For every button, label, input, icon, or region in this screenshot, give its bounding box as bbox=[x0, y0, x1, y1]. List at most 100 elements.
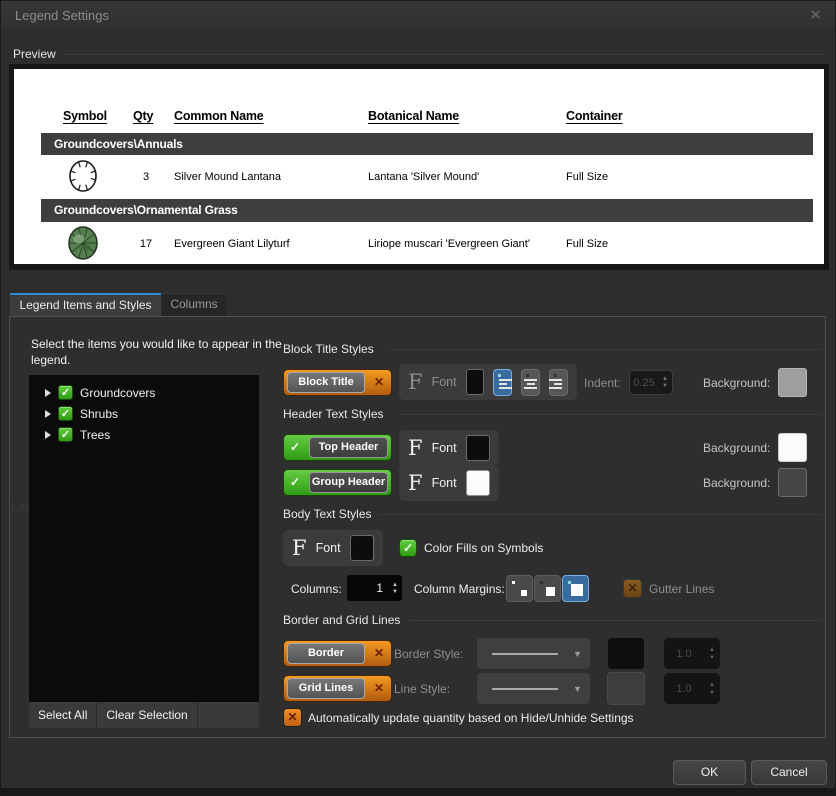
checkbox-shrubs[interactable]: ✓ bbox=[58, 406, 73, 421]
stepper-arrows[interactable]: ▲ ▼ bbox=[388, 582, 402, 595]
tree-item-groundcovers[interactable]: ✓ Groundcovers bbox=[29, 382, 259, 403]
block-title-toggle-label: Block Title bbox=[287, 372, 365, 393]
tree-item-trees[interactable]: ✓ Trees bbox=[29, 424, 259, 445]
stepper-down-icon[interactable]: ▼ bbox=[709, 690, 715, 696]
check-icon: ✓ bbox=[290, 440, 300, 454]
window-bottom-strip bbox=[1, 788, 835, 795]
columns-label: Columns: bbox=[291, 582, 342, 596]
clear-selection-button[interactable]: Clear Selection bbox=[97, 702, 197, 728]
color-fills-label: Color Fills on Symbols bbox=[424, 541, 543, 555]
column-header-symbol: Symbol bbox=[63, 109, 107, 123]
grid-width-stepper[interactable]: 1.0 ▲ ▼ bbox=[663, 672, 721, 705]
top-header-toggle-label: Top Header bbox=[309, 437, 388, 458]
stepper-down-icon[interactable]: ▼ bbox=[662, 383, 668, 389]
columns-stepper[interactable]: 1 ▲ ▼ bbox=[346, 574, 403, 602]
align-center-button[interactable] bbox=[521, 369, 540, 396]
group-header-background-label: Background: bbox=[703, 476, 770, 490]
row-common-name: Evergreen Giant Lilyturf bbox=[174, 238, 290, 250]
stepper-up-icon[interactable]: ▲ bbox=[392, 582, 398, 588]
gutter-lines-checkbox[interactable]: ✕ bbox=[623, 579, 642, 598]
group-header-toggle[interactable]: ✓ Group Header bbox=[283, 469, 392, 496]
column-header-common: Common Name bbox=[174, 109, 263, 123]
tree-item-label: Groundcovers bbox=[80, 386, 155, 400]
font-button[interactable]: Font bbox=[432, 441, 457, 455]
expand-arrow-icon[interactable] bbox=[45, 431, 51, 439]
border-color-swatch[interactable] bbox=[607, 637, 645, 670]
check-icon: ✓ bbox=[290, 475, 300, 489]
preview-label: Preview bbox=[13, 47, 56, 61]
expand-arrow-icon[interactable] bbox=[45, 410, 51, 418]
indent-stepper[interactable]: 0.25 ▲ ▼ bbox=[629, 370, 673, 395]
section-rule bbox=[409, 620, 821, 621]
align-bullet-icon bbox=[526, 374, 529, 377]
font-icon: F bbox=[408, 372, 423, 393]
stepper-up-icon[interactable]: ▲ bbox=[662, 376, 668, 382]
font-color-swatch[interactable] bbox=[350, 535, 374, 561]
stepper-arrows[interactable]: ▲ ▼ bbox=[658, 376, 672, 389]
font-color-swatch[interactable] bbox=[466, 435, 490, 461]
tab-legend-items-and-styles[interactable]: Legend Items and Styles bbox=[10, 293, 161, 316]
grid-line-color-swatch[interactable] bbox=[607, 672, 645, 705]
checkbox-groundcovers[interactable]: ✓ bbox=[58, 385, 73, 400]
stepper-up-icon[interactable]: ▲ bbox=[709, 682, 715, 688]
column-margin-small-button[interactable] bbox=[506, 575, 533, 602]
line-style-dropdown[interactable]: ▼ bbox=[477, 673, 590, 704]
section-heading-header-text: Header Text Styles bbox=[283, 407, 384, 421]
align-left-button[interactable] bbox=[493, 369, 512, 396]
tab-columns[interactable]: Columns bbox=[162, 293, 226, 316]
checkbox-trees[interactable]: ✓ bbox=[58, 427, 73, 442]
align-right-button[interactable] bbox=[549, 369, 568, 396]
legend-preview: Symbol Qty Common Name Botanical Name Co… bbox=[9, 64, 829, 270]
tree-item-shrubs[interactable]: ✓ Shrubs bbox=[29, 403, 259, 424]
top-header-background-swatch[interactable] bbox=[778, 433, 807, 462]
tree-item-label: Shrubs bbox=[80, 407, 118, 421]
stepper-arrows[interactable]: ▲ ▼ bbox=[704, 647, 720, 661]
column-margin-medium-button[interactable] bbox=[534, 575, 561, 602]
indent-label: Indent: bbox=[584, 376, 621, 390]
ok-button[interactable]: OK bbox=[673, 760, 746, 785]
expand-arrow-icon[interactable] bbox=[45, 389, 51, 397]
select-all-button[interactable]: Select All bbox=[29, 702, 97, 728]
close-icon[interactable]: ✕ bbox=[809, 6, 822, 24]
block-title-toggle[interactable]: Block Title ✕ bbox=[283, 369, 392, 396]
cancel-button[interactable]: Cancel bbox=[751, 760, 827, 785]
tree-actions-bar: Select All Clear Selection bbox=[29, 702, 259, 728]
grid-width-value: 1.0 bbox=[664, 683, 704, 695]
margin-square-icon bbox=[546, 587, 555, 596]
row-botanical-name: Lantana 'Silver Mound' bbox=[368, 171, 479, 183]
tree-instruction: Select the items you would like to appea… bbox=[31, 336, 287, 368]
top-header-toggle[interactable]: ✓ Top Header bbox=[283, 434, 392, 461]
grid-lines-toggle[interactable]: Grid Lines ✕ bbox=[283, 675, 392, 702]
border-width-stepper[interactable]: 1.0 ▲ ▼ bbox=[663, 637, 721, 670]
row-botanical-name: Liriope muscari 'Evergreen Giant' bbox=[368, 238, 530, 250]
x-icon: ✕ bbox=[374, 375, 384, 389]
font-button[interactable]: Font bbox=[432, 476, 457, 490]
margin-dot-icon bbox=[540, 581, 543, 584]
stepper-up-icon[interactable]: ▲ bbox=[709, 647, 715, 653]
border-style-dropdown[interactable]: ▼ bbox=[477, 638, 590, 669]
group-header-background-swatch[interactable] bbox=[778, 468, 807, 497]
margin-square-icon bbox=[521, 590, 527, 596]
line-style-label: Line Style: bbox=[394, 682, 450, 696]
font-button[interactable]: Font bbox=[316, 541, 341, 555]
color-fills-checkbox[interactable]: ✓ bbox=[399, 539, 417, 557]
stepper-down-icon[interactable]: ▼ bbox=[392, 589, 398, 595]
top-header-font-group: F Font bbox=[399, 430, 499, 466]
border-toggle-label: Border bbox=[287, 643, 365, 664]
font-color-swatch[interactable] bbox=[466, 470, 490, 496]
body-text-font-group: F Font bbox=[283, 530, 383, 566]
auto-update-quantity-checkbox[interactable]: ✕ bbox=[283, 708, 302, 727]
column-margin-large-button[interactable] bbox=[562, 575, 589, 602]
font-icon: F bbox=[292, 538, 307, 559]
legend-items-tree: ✓ Groundcovers ✓ Shrubs ✓ Trees bbox=[29, 375, 259, 702]
columns-value: 1 bbox=[347, 581, 388, 595]
font-button[interactable]: Font bbox=[432, 375, 457, 389]
font-color-swatch[interactable] bbox=[466, 369, 485, 395]
border-toggle[interactable]: Border ✕ bbox=[283, 640, 392, 667]
row-container: Full Size bbox=[566, 238, 608, 250]
grid-lines-toggle-label: Grid Lines bbox=[287, 678, 365, 699]
column-header-container: Container bbox=[566, 109, 623, 123]
block-title-background-swatch[interactable] bbox=[778, 368, 807, 397]
stepper-arrows[interactable]: ▲ ▼ bbox=[704, 682, 720, 696]
stepper-down-icon[interactable]: ▼ bbox=[709, 655, 715, 661]
